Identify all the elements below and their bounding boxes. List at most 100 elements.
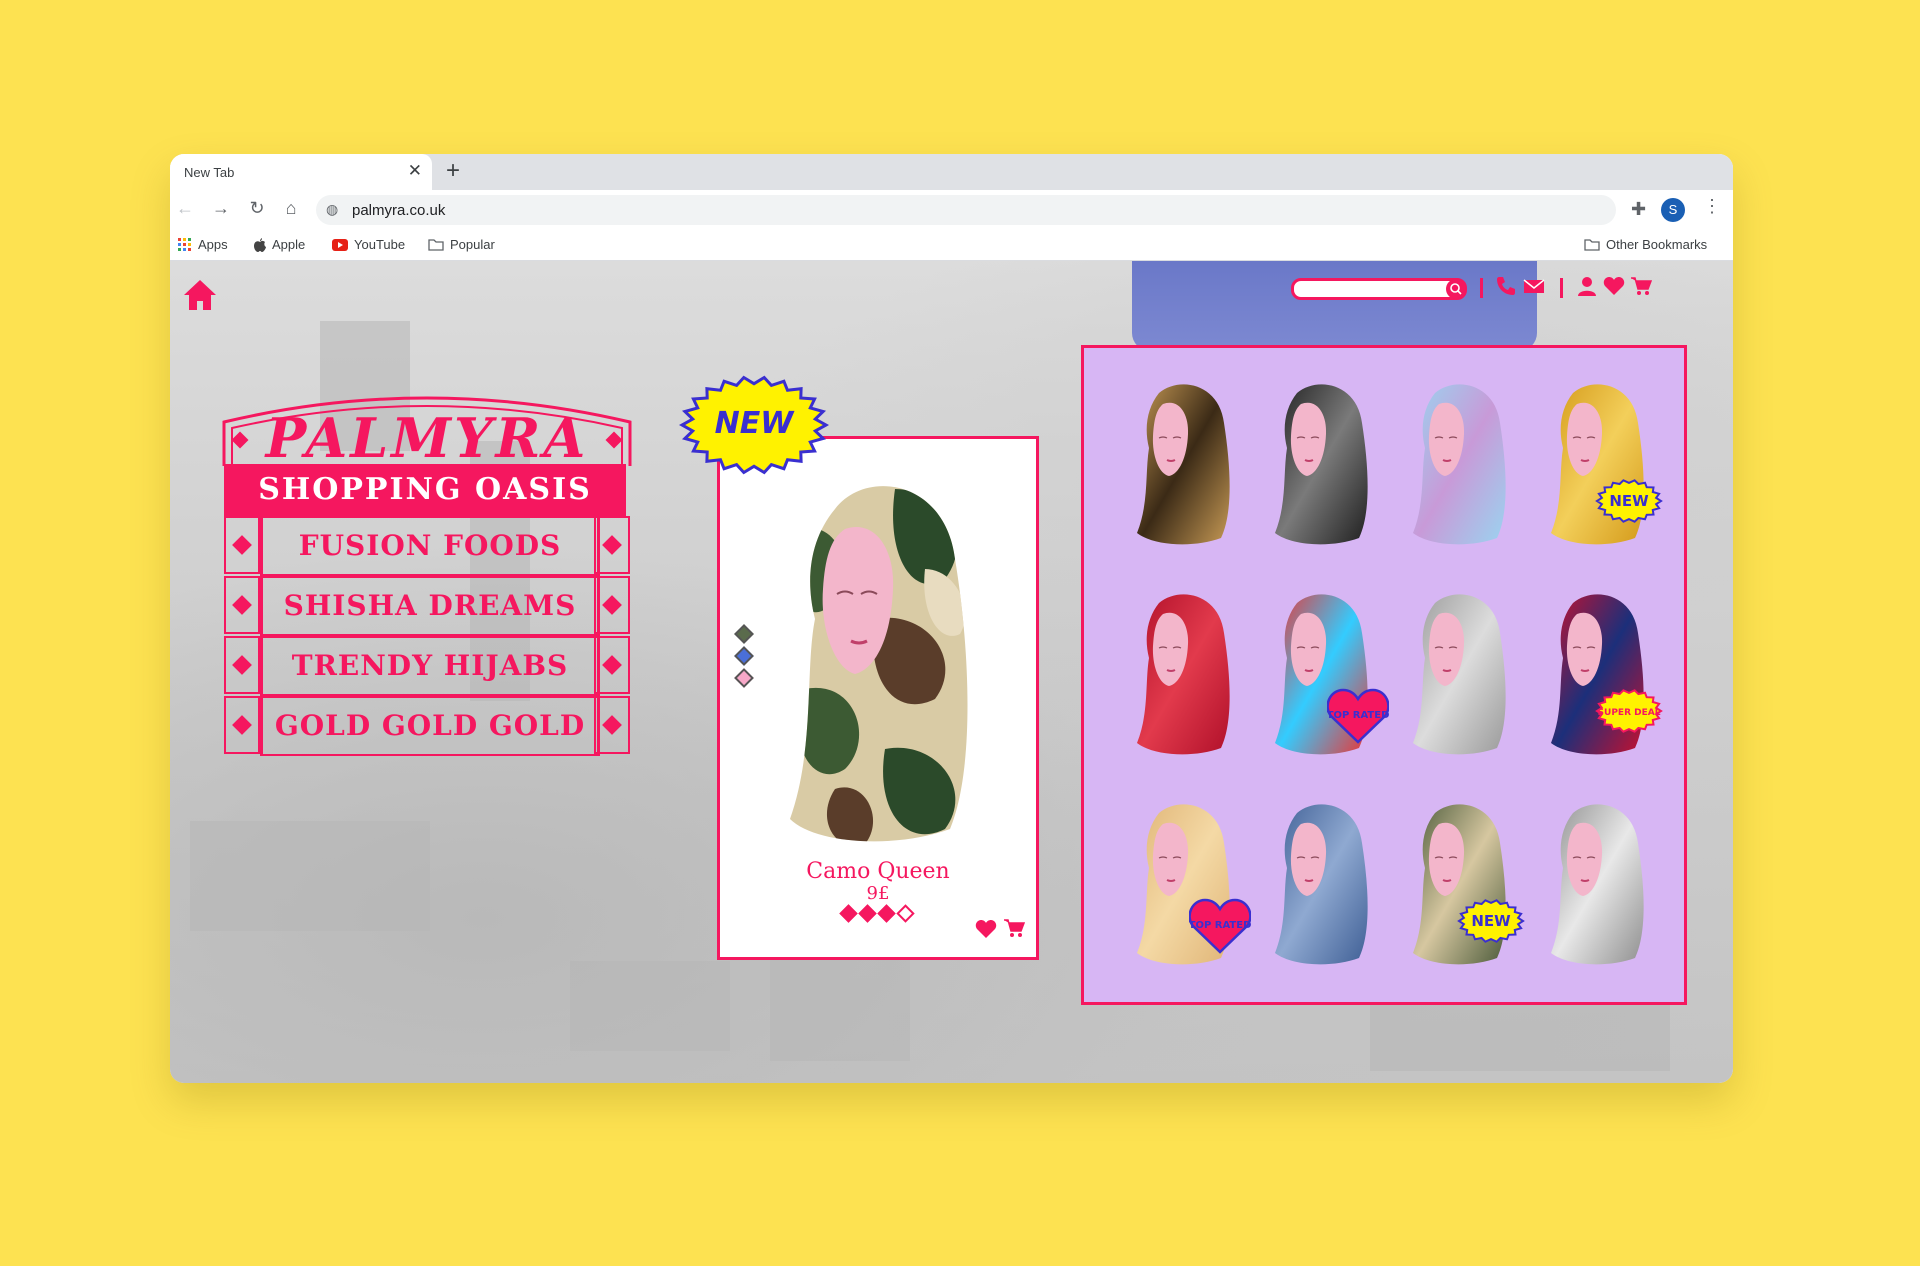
menu-item-trendy-hijabs[interactable]: TRENDY HIJABS [222,636,632,696]
diamond-ornament-icon [232,535,252,555]
sign-post [224,516,260,574]
ruin-background [190,821,430,931]
hijab-image [1137,594,1230,755]
menu-item-label: SHISHA DREAMS [260,576,600,636]
new-badge-label: NEW [715,406,796,441]
hijab-image [1275,384,1368,545]
hijab-image [1413,594,1506,755]
hijab-image [1275,804,1368,965]
cart-icon[interactable] [1630,275,1652,297]
menu-item-fusion-foods[interactable]: FUSION FOODS [222,516,632,576]
page-viewport: PALMYRA SHOPPING OASIS FUSION FOODS SHIS… [170,261,1733,1083]
product-tile-denim[interactable] [1267,798,1377,968]
bookmarks-bar: Apps Apple YouTube Popular Other Bookmar… [170,230,1733,261]
hijab-image [1413,384,1506,545]
rating-diamond-icon [858,904,877,923]
apps-grid-icon [178,237,191,251]
featured-product-card[interactable]: Camo Queen 9£ [717,436,1039,960]
menu-item-gold-gold-gold[interactable]: GOLD GOLD GOLD [222,696,632,756]
add-to-cart-icon[interactable] [1003,917,1025,939]
product-tile-leopard[interactable] [1129,378,1239,548]
new-tab-button[interactable]: + [446,157,460,185]
rating-diamond-icon [839,904,858,923]
browser-window: New Tab ✕ + ← → ↻ ⌂ ◍ palmyra.co.uk ✚ S … [170,154,1733,1083]
home-icon[interactable] [182,278,218,312]
diamond-ornament-icon [602,535,622,555]
brand-tagline: SHOPPING OASIS [224,464,626,516]
wishlist-heart-icon[interactable] [975,919,997,939]
sign-post [594,576,630,634]
sign-post [224,696,260,754]
diamond-ornament-icon [602,595,622,615]
bookmark-label: Apple [272,237,306,252]
bookmark-apple[interactable]: Apple [254,237,305,252]
heart-icon[interactable] [1603,275,1625,297]
bookmark-apps[interactable]: Apps [178,237,228,252]
home-button-icon[interactable]: ⌂ [280,198,302,219]
back-icon[interactable]: ← [174,198,196,219]
product-tile-holographic[interactable] [1405,378,1515,548]
sign-post [224,636,260,694]
bookmark-youtube[interactable]: YouTube [332,237,405,252]
bookmark-other[interactable]: Other Bookmarks [1584,237,1707,252]
tab-strip: New Tab ✕ + [170,154,1733,190]
product-rating [839,904,915,923]
phone-icon[interactable] [1495,275,1517,297]
browser-menu-icon[interactable]: ⋮ [1703,196,1721,217]
badge-label: SUPER DEAL [1598,708,1661,718]
product-image-camo-hijab[interactable] [775,469,985,849]
tab-title: New Tab [184,165,235,180]
diamond-ornament-icon [602,715,622,735]
color-swatch[interactable] [734,646,754,666]
tab-new-tab[interactable]: New Tab ✕ [170,154,432,190]
color-swatch[interactable] [734,624,754,644]
address-bar[interactable]: ◍ palmyra.co.uk [316,195,1616,225]
browser-toolbar: ← → ↻ ⌂ ◍ palmyra.co.uk ✚ S ⋮ [170,190,1733,230]
hijab-image [1137,384,1230,545]
menu-item-shisha-dreams[interactable]: SHISHA DREAMS [222,576,632,636]
model-shirt-image [1132,261,1537,351]
reload-icon[interactable]: ↻ [246,198,268,219]
color-swatch[interactable] [734,668,754,688]
product-tile-sequins[interactable] [1543,798,1653,968]
diamond-ornament-icon [232,595,252,615]
url-text[interactable]: palmyra.co.uk [352,202,445,219]
forward-icon[interactable]: → [210,198,232,219]
user-icon[interactable] [1576,275,1598,297]
folder-icon [428,238,444,251]
product-tile-silver-mesh[interactable] [1405,588,1515,758]
diamond-ornament-icon [602,655,622,675]
profile-avatar[interactable]: S [1661,198,1685,222]
brand-title[interactable]: PALMYRA [222,406,632,470]
palmyra-sign-menu: PALMYRA SHOPPING OASIS FUSION FOODS SHIS… [222,388,632,764]
search-input[interactable] [1291,278,1467,300]
sign-post [594,516,630,574]
bookmark-label: Apps [198,237,228,252]
header-separator [1480,278,1483,298]
product-tile-red-velvet[interactable] [1129,588,1239,758]
product-grid: NEW TOP RATED SUPER DEAL TOP RATED NEW [1081,345,1687,1005]
bookmark-label: YouTube [354,237,406,252]
youtube-icon [332,238,348,251]
bookmark-label: Other Bookmarks [1606,237,1708,252]
site-info-icon[interactable]: ◍ [326,201,338,218]
bookmark-popular[interactable]: Popular [428,237,495,252]
sign-post [224,576,260,634]
close-tab-icon[interactable]: ✕ [408,161,422,181]
sign-post [594,696,630,754]
hijab-image [1551,804,1644,965]
badge-label: TOP RATED [1189,920,1251,931]
product-name[interactable]: Camo Queen [720,859,1036,884]
bookmark-label: Popular [450,237,495,252]
mail-icon[interactable] [1523,275,1545,297]
extensions-icon[interactable]: ✚ [1631,199,1646,220]
diamond-ornament-icon [232,715,252,735]
product-tile-black-silk[interactable] [1267,378,1377,548]
header-separator [1560,278,1563,298]
product-price: 9£ [866,883,890,904]
sign-post [594,636,630,694]
badge-label: NEW [1471,912,1511,930]
new-badge: NEW [1457,899,1525,943]
new-badge: NEW [1595,479,1663,523]
search-button[interactable] [1446,279,1466,299]
